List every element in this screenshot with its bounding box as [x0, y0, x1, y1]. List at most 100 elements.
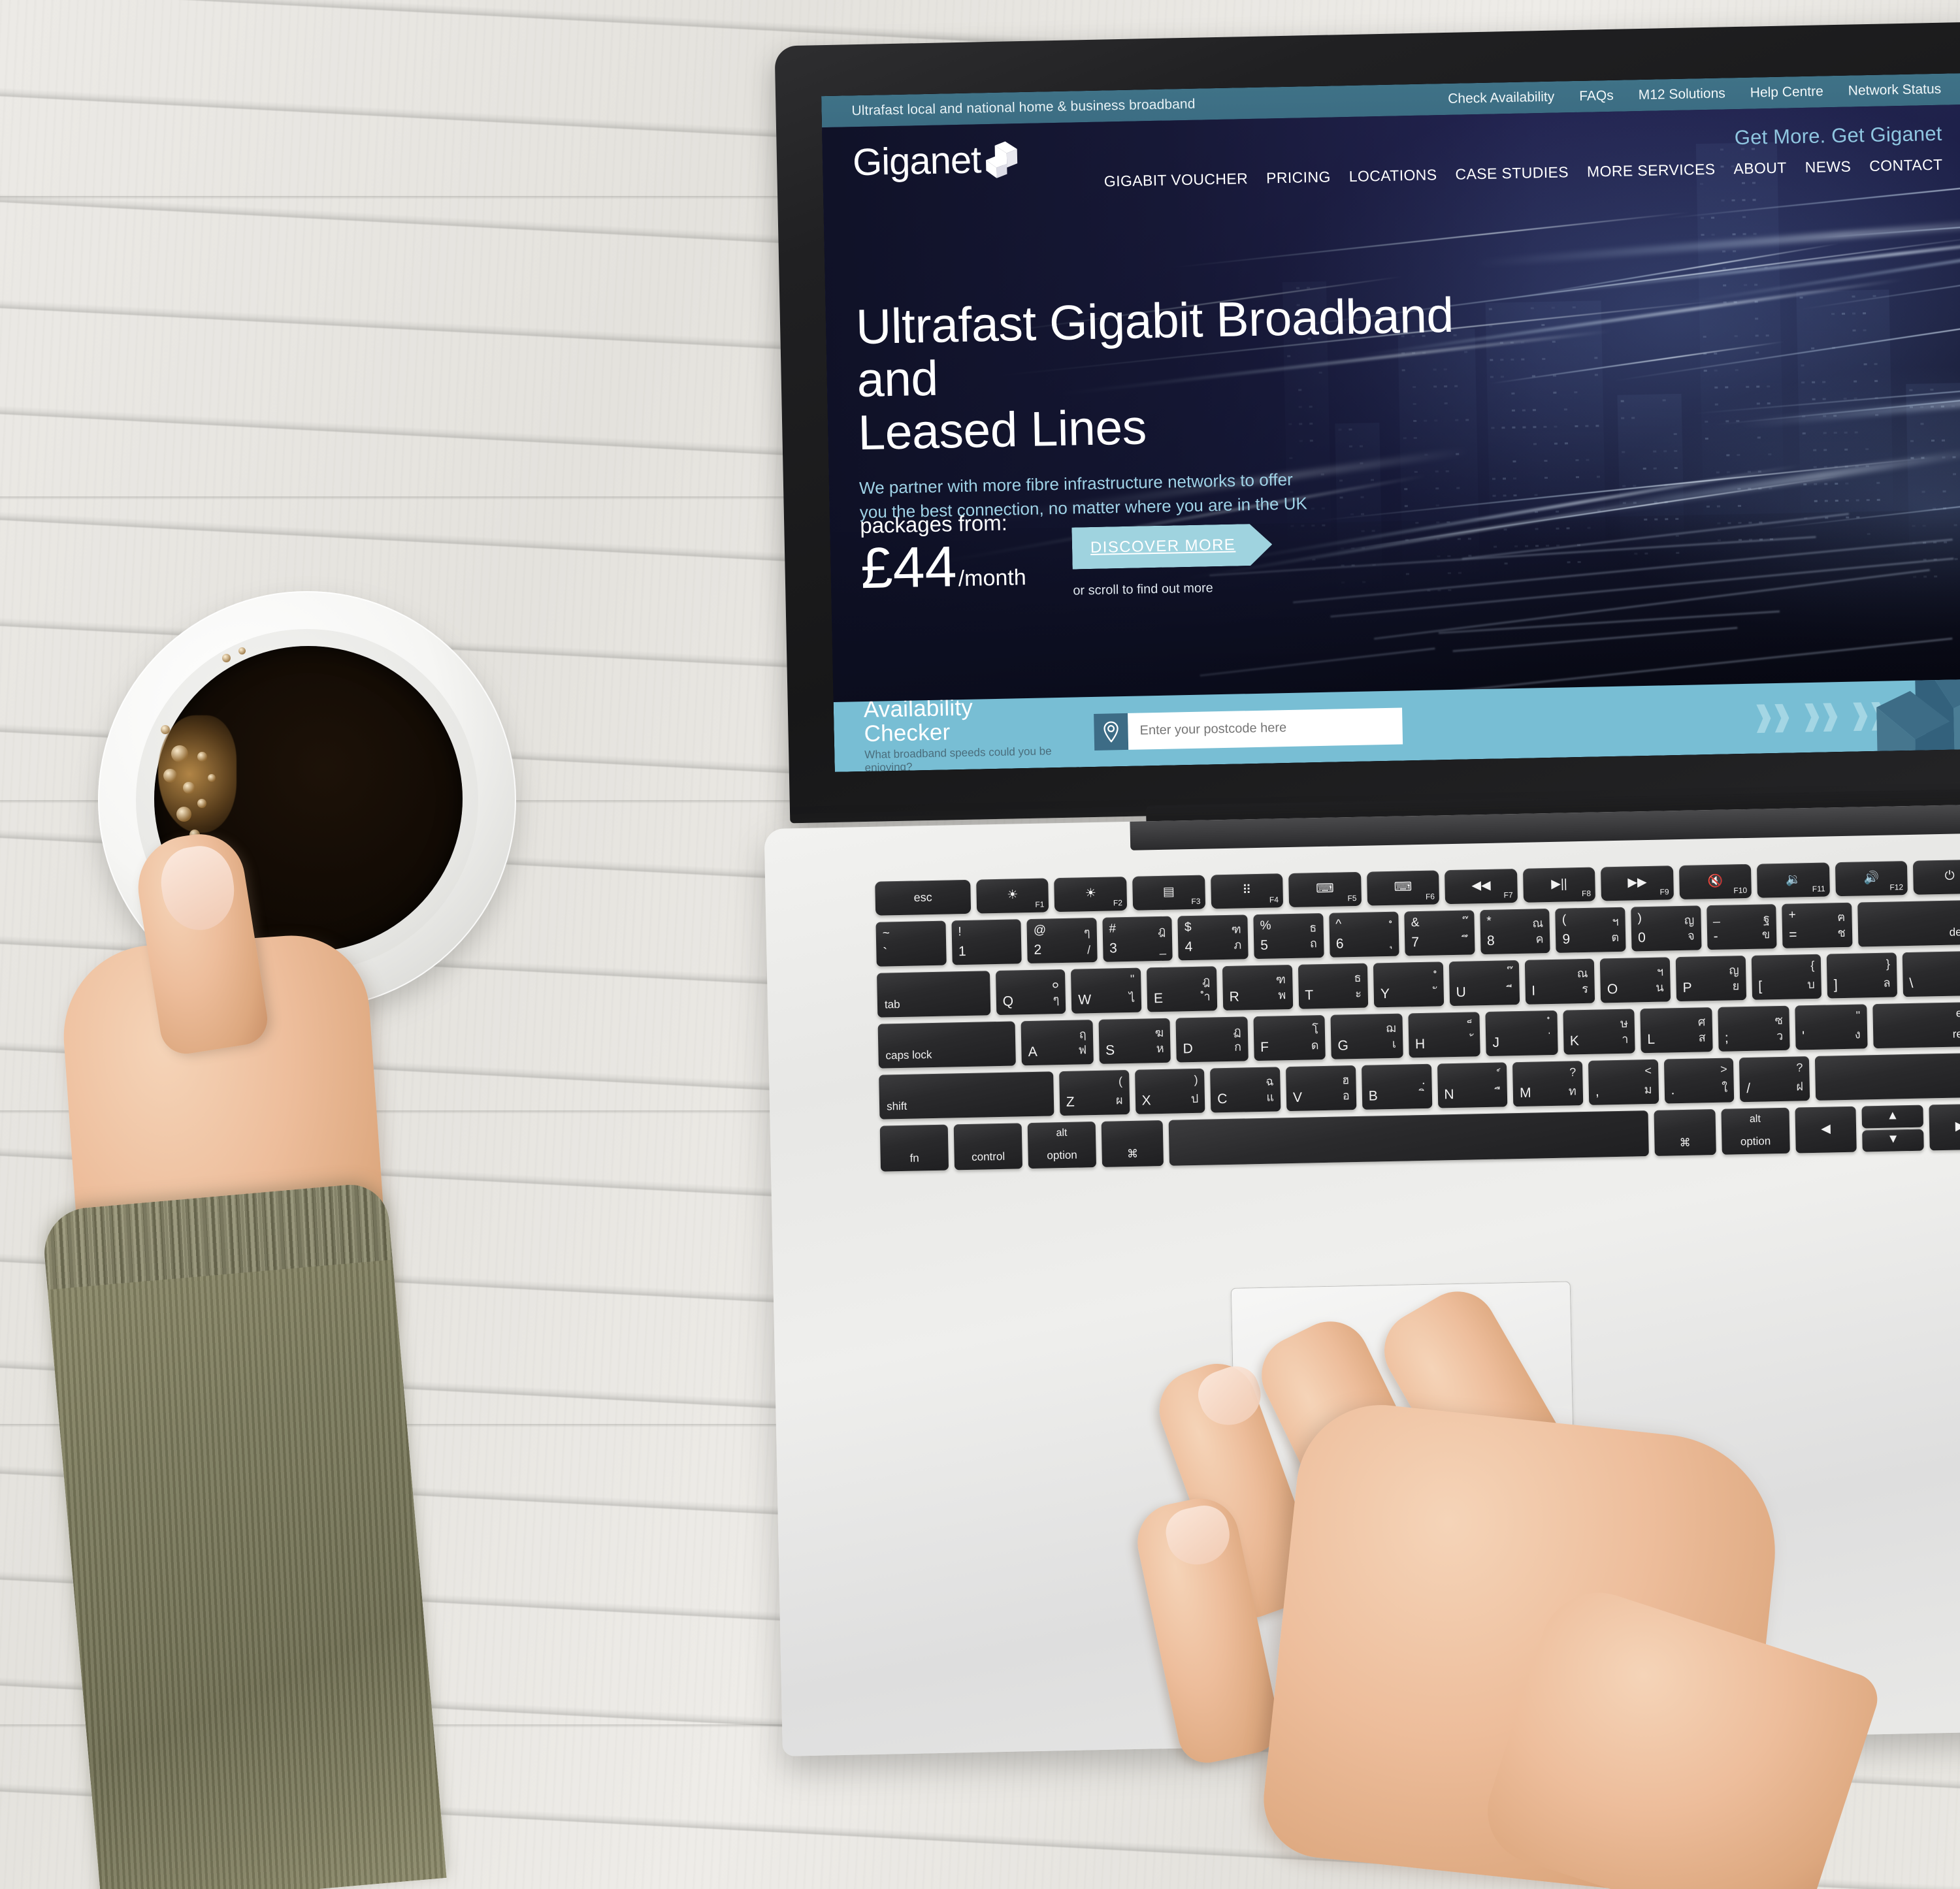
hero-heading-line-2: Leased Lines [858, 399, 1147, 460]
key-esc[interactable]: esc [875, 880, 971, 916]
key-f[interactable]: Fโด [1253, 1015, 1326, 1061]
key-c[interactable]: Cฉแ [1210, 1067, 1281, 1112]
nav-item-more-services[interactable]: MORE SERVICES [1587, 161, 1716, 181]
utility-link-m12-solutions[interactable]: M12 Solutions [1638, 86, 1725, 103]
key-3[interactable]: #3 ฎ _ [1102, 916, 1173, 962]
nav-item-contact[interactable]: CONTACT [1869, 156, 1943, 175]
utility-link-help-centre[interactable]: Help Centre [1750, 84, 1824, 101]
key-arrow-left[interactable]: ◀ [1795, 1106, 1857, 1154]
key-m[interactable]: M? ท [1512, 1061, 1583, 1106]
key-f11[interactable]: 🔉 F11 [1757, 862, 1830, 897]
key-arrow-up[interactable]: ▲ [1862, 1105, 1923, 1128]
key-h[interactable]: H็้ [1408, 1012, 1480, 1058]
key-key[interactable]: + = ฅช [1782, 903, 1852, 948]
key-o[interactable]: Oฯน [1600, 957, 1671, 1003]
key-0[interactable]: ) 0 ญจ [1631, 905, 1701, 951]
key-f5[interactable]: ⌨ F5 [1288, 872, 1362, 907]
key-arrow-down[interactable]: ▼ [1863, 1129, 1924, 1152]
key-f3[interactable]: ▤ F3 [1132, 875, 1205, 911]
key-v[interactable]: Vฮอ [1286, 1065, 1356, 1111]
key-key[interactable]: ; ซว [1718, 1006, 1790, 1052]
nav-item-gigabit-voucher[interactable]: GIGABIT VOUCHER [1104, 170, 1249, 190]
key-6[interactable]: ^ 6ํุ [1329, 912, 1399, 958]
nav-item-about[interactable]: ABOUT [1733, 159, 1787, 178]
key-1[interactable]: ! 1 [951, 919, 1022, 965]
key-l[interactable]: Lศส [1640, 1007, 1712, 1053]
key-9[interactable]: (9 ฯต [1556, 907, 1626, 953]
key-y[interactable]: Yํั [1373, 961, 1444, 1007]
key-j[interactable]: J๋่ [1486, 1010, 1558, 1056]
availability-subtitle: What broadband speeds could you be enjoy… [864, 745, 1061, 772]
key-f7[interactable]: ◀◀ F7 [1445, 869, 1518, 904]
nav-item-pricing[interactable]: PRICING [1266, 169, 1331, 187]
key-f1[interactable]: ☀ F1 [976, 878, 1049, 913]
discover-more-button[interactable]: DISCOVER MORE [1071, 523, 1272, 569]
key-key[interactable]: ⌘ [1654, 1109, 1716, 1156]
nav-item-case-studies[interactable]: CASE STUDIES [1455, 163, 1569, 183]
key-f12[interactable]: 🔊 F12 [1835, 861, 1908, 896]
key-a[interactable]: Aฤฟ [1021, 1020, 1094, 1065]
key-option[interactable]: alt option [1721, 1108, 1789, 1155]
key-2[interactable]: @2 ๆ / [1027, 918, 1098, 963]
utility-link-faqs[interactable]: FAQs [1579, 88, 1614, 105]
key-s[interactable]: Sฆห [1098, 1018, 1171, 1064]
website-viewport: Ultrafast local and national home & busi… [821, 73, 1960, 772]
nav-item-locations[interactable]: LOCATIONS [1348, 166, 1437, 186]
key-d[interactable]: Dฏก [1176, 1016, 1249, 1062]
key-t[interactable]: Tธะ [1298, 963, 1368, 1009]
key-key[interactable]: ' " ง [1795, 1004, 1867, 1050]
key-f4[interactable]: ⠿ F4 [1211, 873, 1284, 909]
key-power[interactable]: ⏻ [1913, 860, 1960, 895]
nav-item-news[interactable]: NEWS [1805, 158, 1851, 176]
key-5[interactable]: % 5 ธถ [1253, 913, 1324, 959]
key-key[interactable]: _ - ฐข [1707, 904, 1777, 950]
key-control[interactable]: control [954, 1123, 1022, 1170]
key-shift[interactable]: shift [879, 1071, 1054, 1119]
key-f9[interactable]: ▶▶ F9 [1601, 865, 1674, 901]
hero-sub-line-1: We partner with more fibre infrastructur… [859, 470, 1293, 498]
key-tab[interactable]: tab [877, 971, 990, 1017]
key-n[interactable]: N์ื [1437, 1062, 1507, 1108]
key-delete[interactable]: delete [1857, 900, 1960, 947]
key-7[interactable]: & 7๊ึ [1404, 910, 1475, 956]
key-u[interactable]: U๊ี [1449, 960, 1520, 1006]
key-key[interactable]: /? ฝ [1739, 1056, 1810, 1102]
key-8[interactable]: * 8 ณค [1480, 909, 1550, 954]
key-i[interactable]: Iณร [1524, 959, 1595, 1005]
key-key[interactable]: . > ใ [1664, 1058, 1735, 1103]
site-logo[interactable]: Giganet [853, 140, 1022, 182]
key-e[interactable]: Eฎำ [1147, 966, 1217, 1012]
key-key[interactable]: ]} ล [1827, 952, 1897, 998]
brand-right-column: Get More. Get Giganet GIGABIT VOUCHER PR… [1103, 122, 1943, 191]
key-caps-lock[interactable]: caps lock [878, 1021, 1017, 1068]
key-space[interactable] [1168, 1110, 1648, 1166]
key-x[interactable]: X) ป [1135, 1069, 1205, 1114]
key-k[interactable]: Kษา [1563, 1009, 1635, 1054]
key-p[interactable]: Pญย [1676, 956, 1746, 1001]
postcode-input[interactable] [1128, 707, 1403, 749]
key-q[interactable]: Q๐ๆ [996, 969, 1066, 1015]
key-shift-right[interactable]: shift [1815, 1053, 1960, 1101]
key-key[interactable]: ⌘ [1102, 1120, 1164, 1167]
key-key[interactable]: ~ ` [875, 921, 946, 967]
key-g[interactable]: Gฌเ [1331, 1014, 1403, 1059]
key-arrow-right[interactable]: ▶ [1929, 1104, 1960, 1151]
key-return[interactable]: enter return [1872, 1002, 1960, 1049]
key-option[interactable]: alt option [1028, 1122, 1096, 1169]
key-key[interactable]: , < ม [1588, 1059, 1659, 1105]
key-fn[interactable]: fn [880, 1125, 949, 1172]
key-w[interactable]: W " ไ [1071, 968, 1141, 1014]
key-z[interactable]: Z(ผ [1059, 1070, 1130, 1116]
utility-link-check-availability[interactable]: Check Availability [1448, 89, 1554, 107]
key-r[interactable]: Rฑพ [1222, 965, 1293, 1010]
key-f8[interactable]: ▶|| F8 [1523, 867, 1596, 903]
key-f6[interactable]: ⌨ F6 [1367, 870, 1440, 905]
key-f2[interactable]: ☀ F2 [1054, 877, 1128, 912]
utility-link-network-status[interactable]: Network Status [1848, 82, 1942, 99]
key-4[interactable]: $4 ฑภ [1178, 914, 1249, 960]
key-key[interactable]: [{บ [1751, 954, 1821, 1000]
key-f10[interactable]: 🔇 F10 [1679, 864, 1752, 899]
key-key[interactable]: \|ฃ [1903, 951, 1960, 997]
brand-tagline: Get More. Get Giganet [1734, 122, 1942, 150]
key-b[interactable]: Bฺิ [1362, 1064, 1432, 1110]
